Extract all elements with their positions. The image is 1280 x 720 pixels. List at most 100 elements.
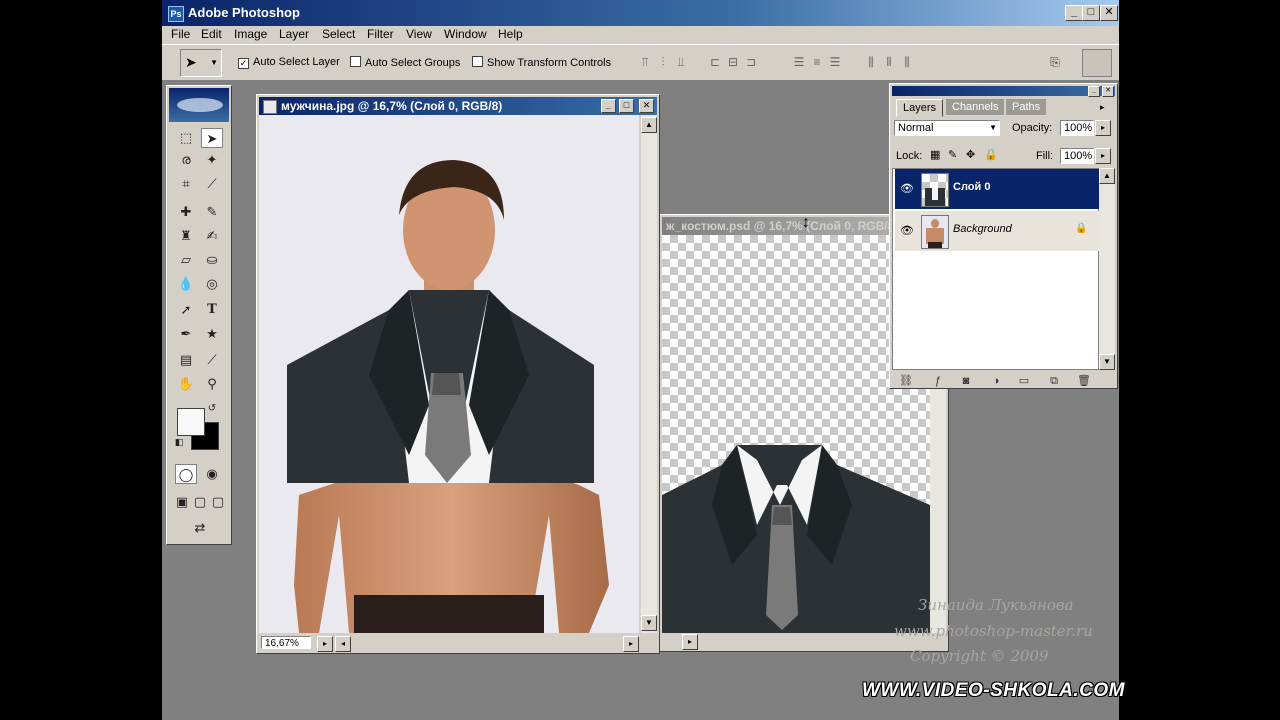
menu-file[interactable]: File — [171, 27, 190, 41]
distribute-bottom-icon[interactable]: ☰ — [828, 55, 842, 69]
lock-all-icon[interactable]: 🔒 — [984, 148, 998, 161]
document-title-man[interactable]: мужчина.jpg @ 16,7% (Слой 0, RGB/8) — [259, 97, 657, 115]
custom-shape-icon[interactable]: ★ — [201, 324, 223, 344]
magic-wand-icon[interactable]: ✦ — [201, 150, 223, 170]
align-right-icon[interactable]: ⊐ — [744, 55, 758, 69]
tab-channels[interactable]: Channels — [946, 99, 1005, 115]
layer-row-sloy0[interactable]: 👁 Слой 0 — [895, 169, 1100, 209]
crop-tool-icon[interactable]: ⌗ — [175, 174, 197, 194]
dodge-tool-icon[interactable]: ◎ — [201, 274, 223, 294]
notes-tool-icon[interactable]: ▤ — [175, 350, 197, 370]
opacity-field[interactable]: 100% — [1060, 120, 1094, 136]
menu-select[interactable]: Select — [322, 27, 355, 41]
fill-field[interactable]: 100% — [1060, 148, 1094, 164]
marquee-tool-icon[interactable]: ⬚ — [175, 128, 197, 148]
default-colors-icon[interactable]: ◧ — [173, 436, 185, 448]
history-brush-icon[interactable]: ✍ — [201, 226, 223, 246]
clone-stamp-icon[interactable]: ♜ — [175, 226, 197, 246]
palette-close-button[interactable]: ✕ — [1102, 86, 1114, 97]
layer-style-icon[interactable]: ƒ — [930, 374, 946, 388]
path-selection-icon[interactable]: ➚ — [175, 300, 197, 320]
align-left-icon[interactable]: ⊏ — [708, 55, 722, 69]
vertical-scrollbar-man[interactable]: ▲ ▼ — [641, 115, 657, 633]
blend-mode-select[interactable]: Normal ▼ — [894, 120, 1000, 136]
menu-filter[interactable]: Filter — [367, 27, 394, 41]
lock-position-icon[interactable]: ✥ — [966, 148, 975, 161]
move-tool-icon[interactable]: ➤ — [201, 128, 223, 148]
status-arrow-icon[interactable]: ▸ — [682, 634, 698, 650]
quick-mask-icon[interactable]: ◉ — [201, 464, 223, 484]
scroll-right-icon[interactable]: ▸ — [623, 636, 639, 652]
brush-tool-icon[interactable]: ✎ — [201, 202, 223, 222]
distribute-top-icon[interactable]: ☰ — [792, 55, 806, 69]
jump-to-imageready-icon[interactable]: ⇄ — [175, 518, 225, 538]
tool-preset-picker[interactable]: ➤ ▼ — [180, 49, 222, 77]
palette-menu-icon[interactable]: ▸ — [1100, 102, 1105, 113]
eyedropper-icon[interactable]: ⟋ — [201, 350, 223, 370]
lock-transparent-icon[interactable]: ▦ — [930, 148, 940, 161]
layer-row-background[interactable]: 👁 Background 🔒 — [895, 211, 1100, 251]
healing-brush-icon[interactable]: ✚ — [175, 202, 197, 222]
layers-scrollbar[interactable]: ▲ ▼ — [1099, 168, 1115, 370]
menu-view[interactable]: View — [406, 27, 432, 41]
type-tool-icon[interactable]: T — [201, 300, 223, 320]
canvas-man[interactable] — [259, 115, 639, 633]
minimize-button[interactable]: _ — [1065, 5, 1083, 21]
zoom-level-field[interactable]: 16,67% — [261, 636, 311, 649]
menu-layer[interactable]: Layer — [279, 27, 309, 41]
opacity-slider-icon[interactable]: ▸ — [1095, 120, 1111, 136]
eye-icon[interactable]: 👁 — [899, 181, 915, 197]
align-top-icon[interactable]: ⫪ — [638, 55, 652, 69]
menu-help[interactable]: Help — [498, 27, 523, 41]
palette-minimize-button[interactable]: _ — [1088, 86, 1100, 97]
show-transform-controls-checkbox[interactable]: Show Transform Controls — [472, 56, 611, 69]
file-browser-icon[interactable]: ⎘ — [1048, 55, 1062, 69]
standard-mode-icon[interactable]: ◯ — [175, 464, 197, 484]
doc-maximize-button[interactable]: □ — [619, 99, 634, 113]
tab-layers[interactable]: Layers — [896, 99, 944, 117]
scroll-down-icon[interactable]: ▼ — [1099, 354, 1115, 370]
zoom-tool-icon[interactable]: ⚲ — [201, 374, 223, 394]
scroll-down-icon[interactable]: ▼ — [641, 615, 657, 631]
slice-tool-icon[interactable]: ⟋ — [201, 174, 223, 194]
screen-mode-standard-icon[interactable]: ▣ — [173, 492, 191, 512]
doc-close-button[interactable]: ✕ — [639, 99, 654, 113]
new-group-icon[interactable]: ▭ — [1016, 374, 1032, 388]
scroll-up-icon[interactable]: ▲ — [1099, 168, 1115, 184]
scroll-left-icon[interactable]: ◂ — [335, 636, 351, 652]
align-vcenter-icon[interactable]: ⫶ — [656, 55, 670, 69]
lock-image-icon[interactable]: ✎ — [948, 148, 957, 161]
distribute-right-icon[interactable]: ⫼ — [900, 55, 914, 69]
screen-mode-full-menu-icon[interactable]: ▢ — [191, 492, 209, 512]
distribute-hcenter-icon[interactable]: ⫴ — [882, 55, 896, 69]
menu-image[interactable]: Image — [234, 27, 267, 41]
menu-edit[interactable]: Edit — [201, 27, 222, 41]
link-layers-icon[interactable]: ⛓ — [898, 374, 914, 388]
swap-colors-icon[interactable]: ↺ — [205, 402, 219, 416]
delete-layer-icon[interactable]: 🗑 — [1076, 374, 1092, 388]
foreground-color-swatch[interactable] — [177, 408, 205, 436]
layer-mask-icon[interactable]: ◙ — [958, 374, 974, 388]
align-hcenter-icon[interactable]: ⊟ — [726, 55, 740, 69]
eraser-tool-icon[interactable]: ▱ — [175, 250, 197, 270]
lasso-tool-icon[interactable]: ര — [175, 150, 197, 170]
fill-slider-icon[interactable]: ▸ — [1095, 148, 1111, 164]
hand-tool-icon[interactable]: ✋ — [175, 374, 197, 394]
palette-well[interactable] — [1082, 49, 1112, 77]
screen-mode-full-icon[interactable]: ▢ — [209, 492, 227, 512]
maximize-button[interactable]: □ — [1082, 5, 1100, 21]
doc-minimize-button[interactable]: _ — [601, 99, 616, 113]
new-layer-icon[interactable]: ⧉ — [1046, 374, 1062, 388]
paint-bucket-icon[interactable]: ⛀ — [201, 250, 223, 270]
tab-paths[interactable]: Paths — [1006, 99, 1047, 115]
blur-tool-icon[interactable]: 💧 — [175, 274, 197, 294]
distribute-left-icon[interactable]: ⫼ — [864, 55, 878, 69]
scroll-up-icon[interactable]: ▲ — [641, 117, 657, 133]
distribute-vcenter-icon[interactable]: ≡ — [810, 55, 824, 69]
auto-select-layer-checkbox[interactable]: ✓ Auto Select Layer — [238, 56, 340, 69]
close-button[interactable]: ✕ — [1100, 5, 1118, 21]
auto-select-groups-checkbox[interactable]: Auto Select Groups — [350, 56, 460, 69]
adjustment-layer-icon[interactable]: ◑ — [988, 374, 1004, 388]
status-menu-icon[interactable]: ▸ — [317, 636, 333, 652]
eye-icon[interactable]: 👁 — [899, 223, 915, 239]
